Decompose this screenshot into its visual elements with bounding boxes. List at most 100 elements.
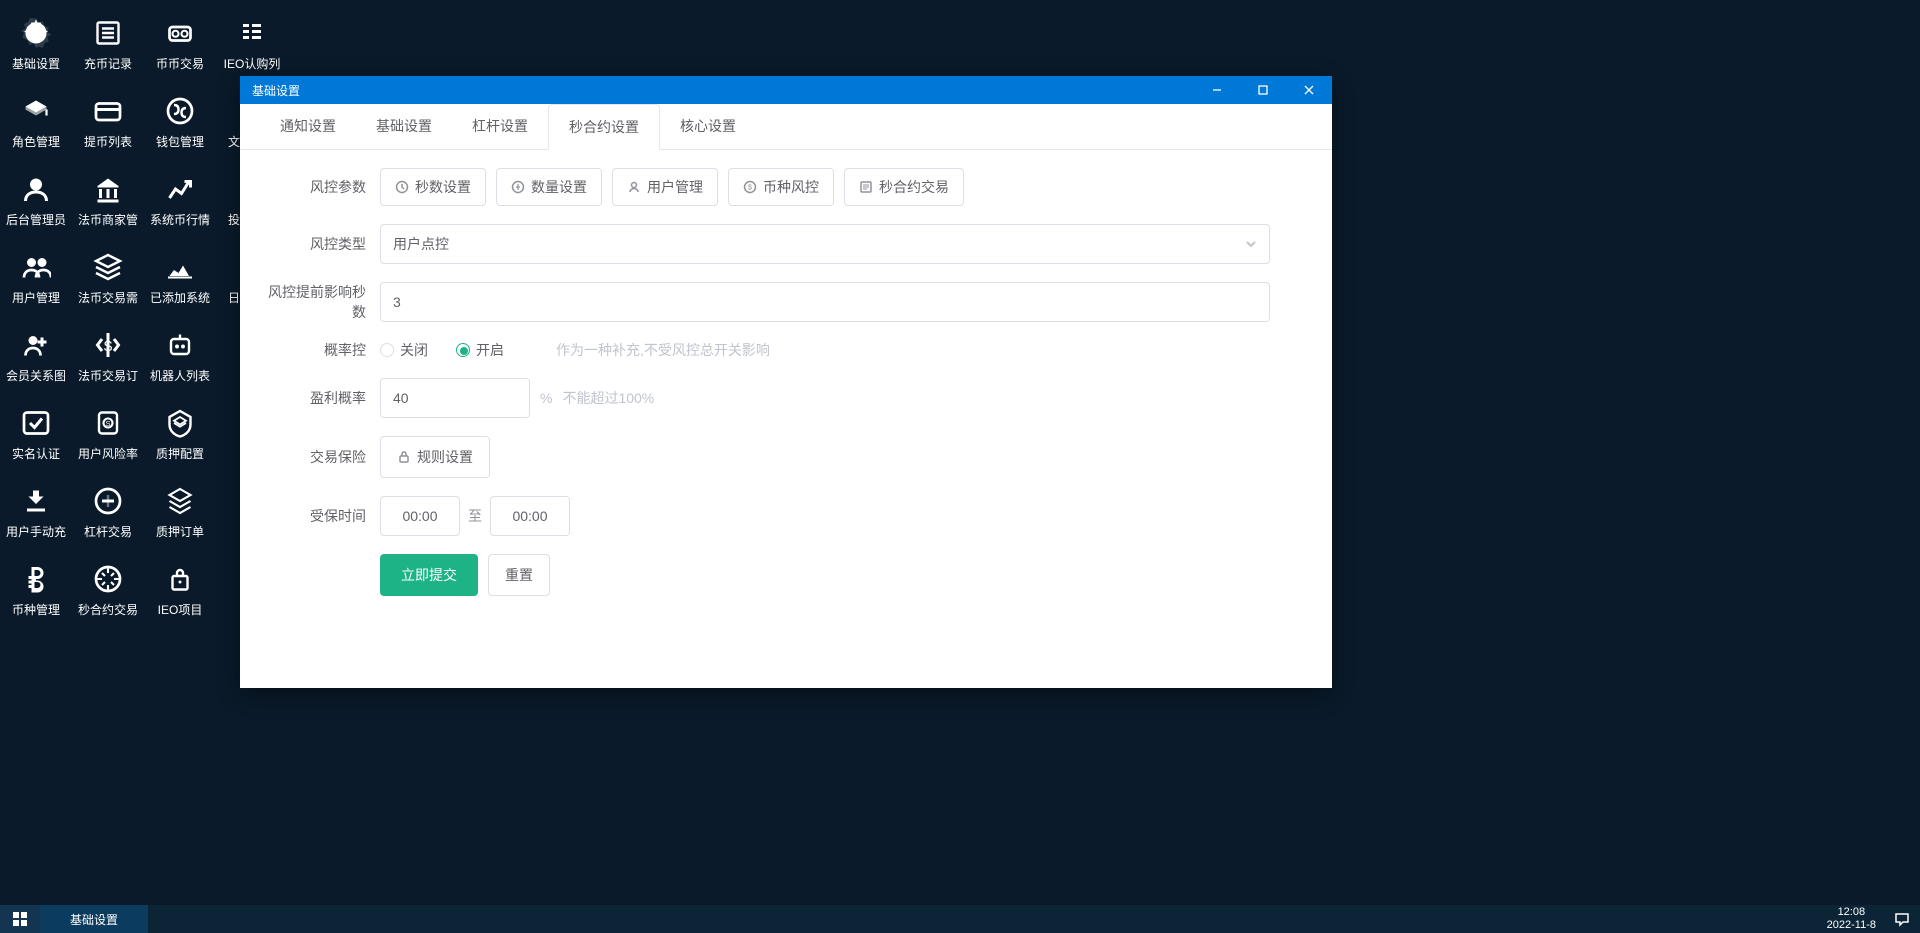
tab-0[interactable]: 通知设置 [260,104,356,149]
desktop-icon-label: 后台管理员 [6,211,66,228]
desktop-icon-users[interactable]: 用户管理 [0,240,72,316]
added-sys-icon [164,251,196,283]
form-area: 风控参数 秒数设置数量设置用户管理$币种风控秒合约交易 风控类型 用户点控 风控… [240,150,1332,632]
desktop-icon-label: 法币交易需 [78,289,138,306]
tab-1[interactable]: 基础设置 [356,104,452,149]
desktop-icon-sys-market[interactable]: 系统币行情 [144,162,216,238]
sub-tab-icon [627,180,641,194]
time-to-input[interactable] [490,496,570,536]
manual-charge-icon [20,485,52,517]
desktop-icon-withdraw-list[interactable]: 提币列表 [72,84,144,160]
desktop-icon-coin-mgmt[interactable]: 币种管理 [0,552,72,628]
sub-tab-2[interactable]: 用户管理 [612,168,718,206]
desktop-icon-ieo-project[interactable]: IEO项目 [144,552,216,628]
radio-open[interactable]: 开启 [456,340,504,360]
role-icon [20,95,52,127]
taskbar-chat[interactable] [1884,911,1920,927]
desktop-icon-verify[interactable]: 实名认证 [0,396,72,472]
time-from-input[interactable] [380,496,460,536]
sub-tab-0[interactable]: 秒数设置 [380,168,486,206]
tab-2[interactable]: 杠杆设置 [452,104,548,149]
desktop-icon-label: 法币商家管 [78,211,138,228]
sub-tab-4[interactable]: 秒合约交易 [844,168,964,206]
prob-hint: 作为一种补充,不受风控总开关影响 [556,340,770,360]
presec-input[interactable] [380,282,1270,322]
sub-tab-label: 数量设置 [531,177,587,197]
desktop-icon-label: 提币列表 [84,133,132,150]
desktop-icon-label: 会员关系图 [6,367,66,384]
close-button[interactable] [1286,76,1332,104]
prob-ctrl-label: 概率控 [260,340,380,360]
desktop-icon-spot-trade[interactable]: 币币交易 [144,6,216,82]
radio-dot [380,343,394,357]
desktop-icon-label: 币种管理 [12,601,60,618]
insurance-label: 交易保险 [260,447,380,467]
desktop-icon-ieo-sub[interactable]: IEO认购列 [216,6,288,82]
desktop-icon-label: 实名认证 [12,445,60,462]
taskbar-time: 12:08 [1827,906,1876,919]
title-bar[interactable]: 基础设置 [240,76,1332,104]
risk-type-value: 用户点控 [393,234,449,254]
taskbar-item-active[interactable]: 基础设置 [40,905,148,933]
desktop-icon-pledge-order[interactable]: 质押订单 [144,474,216,550]
sub-tab-label: 用户管理 [647,177,703,197]
desktop-icon-settings[interactable]: 基础设置 [0,6,72,82]
desktop-icon-lever-trade[interactable]: 杠杆交易 [72,474,144,550]
svg-text:S: S [105,419,110,428]
desktop-icon-fiat-demand[interactable]: 法币交易需 [72,240,144,316]
desktop-icon-relation[interactable]: 会员关系图 [0,318,72,394]
radio-close[interactable]: 关闭 [380,340,428,360]
desktop-icon-label: 机器人列表 [150,367,210,384]
tab-3[interactable]: 秒合约设置 [548,104,660,150]
desktop-icon-fiat-order[interactable]: $法币交易订 [72,318,144,394]
tab-4[interactable]: 核心设置 [660,104,756,149]
radio-dot [456,343,470,357]
desktop-icon-wallet-mgmt[interactable]: 钱包管理 [144,84,216,160]
fiat-demand-icon [92,251,124,283]
rule-settings-button[interactable]: 规则设置 [380,436,490,478]
users-icon [20,251,52,283]
prob-radio-group: 关闭 开启 作为一种补充,不受风控总开关影响 [380,340,770,360]
desktop-icon-label: 用户管理 [12,289,60,306]
desktop-icon-role[interactable]: 角色管理 [0,84,72,160]
lock-icon [397,450,411,464]
fiat-order-icon: $ [92,329,124,361]
desktop-icon-deposit-log[interactable]: 充币记录 [72,6,144,82]
sub-tab-icon [511,180,525,194]
submit-button[interactable]: 立即提交 [380,554,478,596]
radio-open-label: 开启 [476,340,504,360]
desktop-icon-sec-contract[interactable]: 秒合约交易 [72,552,144,628]
app-window: 基础设置 通知设置基础设置杠杆设置秒合约设置核心设置 风控参数 秒数设置 数量设置… [240,76,1332,688]
reset-button[interactable]: 重置 [488,554,550,596]
desktop-icon-added-sys[interactable]: 已添加系统 [144,240,216,316]
spot-trade-icon [164,17,196,49]
taskbar: 基础设置 12:08 2022-11-8 [0,905,1920,933]
sub-tab-3[interactable]: $币种风控 [728,168,834,206]
risk-params-label: 风控参数 [260,177,380,197]
sub-tab-1[interactable]: 数量设置 [496,168,602,206]
desktop-icon-user-risk[interactable]: S用户风险率 [72,396,144,472]
desktop-icon-label: IEO认购列 [224,55,281,72]
desktop-icon-fiat-merchant[interactable]: 法币商家管 [72,162,144,238]
desktop-icon-manual-charge[interactable]: 用户手动充 [0,474,72,550]
minimize-button[interactable] [1194,76,1240,104]
start-button[interactable] [0,905,40,933]
lever-trade-icon [92,485,124,517]
maximize-button[interactable] [1240,76,1286,104]
risk-type-label: 风控类型 [260,234,380,254]
desktop-icon-robot-list[interactable]: 机器人列表 [144,318,216,394]
desktop-icon-admin[interactable]: 后台管理员 [0,162,72,238]
risk-type-select[interactable]: 用户点控 [380,224,1270,264]
taskbar-clock[interactable]: 12:08 2022-11-8 [1819,906,1884,932]
insured-time-label: 受保时间 [260,506,380,526]
wallet-mgmt-icon [164,95,196,127]
chevron-down-icon [1245,238,1257,250]
sys-market-icon [164,173,196,205]
sec-contract-icon [92,563,124,595]
desktop-icon-pledge-cfg[interactable]: 质押配置 [144,396,216,472]
relation-icon [20,329,52,361]
profit-rate-input[interactable] [380,378,530,418]
taskbar-date: 2022-11-8 [1827,919,1876,932]
withdraw-list-icon [92,95,124,127]
sub-tab-label: 秒数设置 [415,177,471,197]
